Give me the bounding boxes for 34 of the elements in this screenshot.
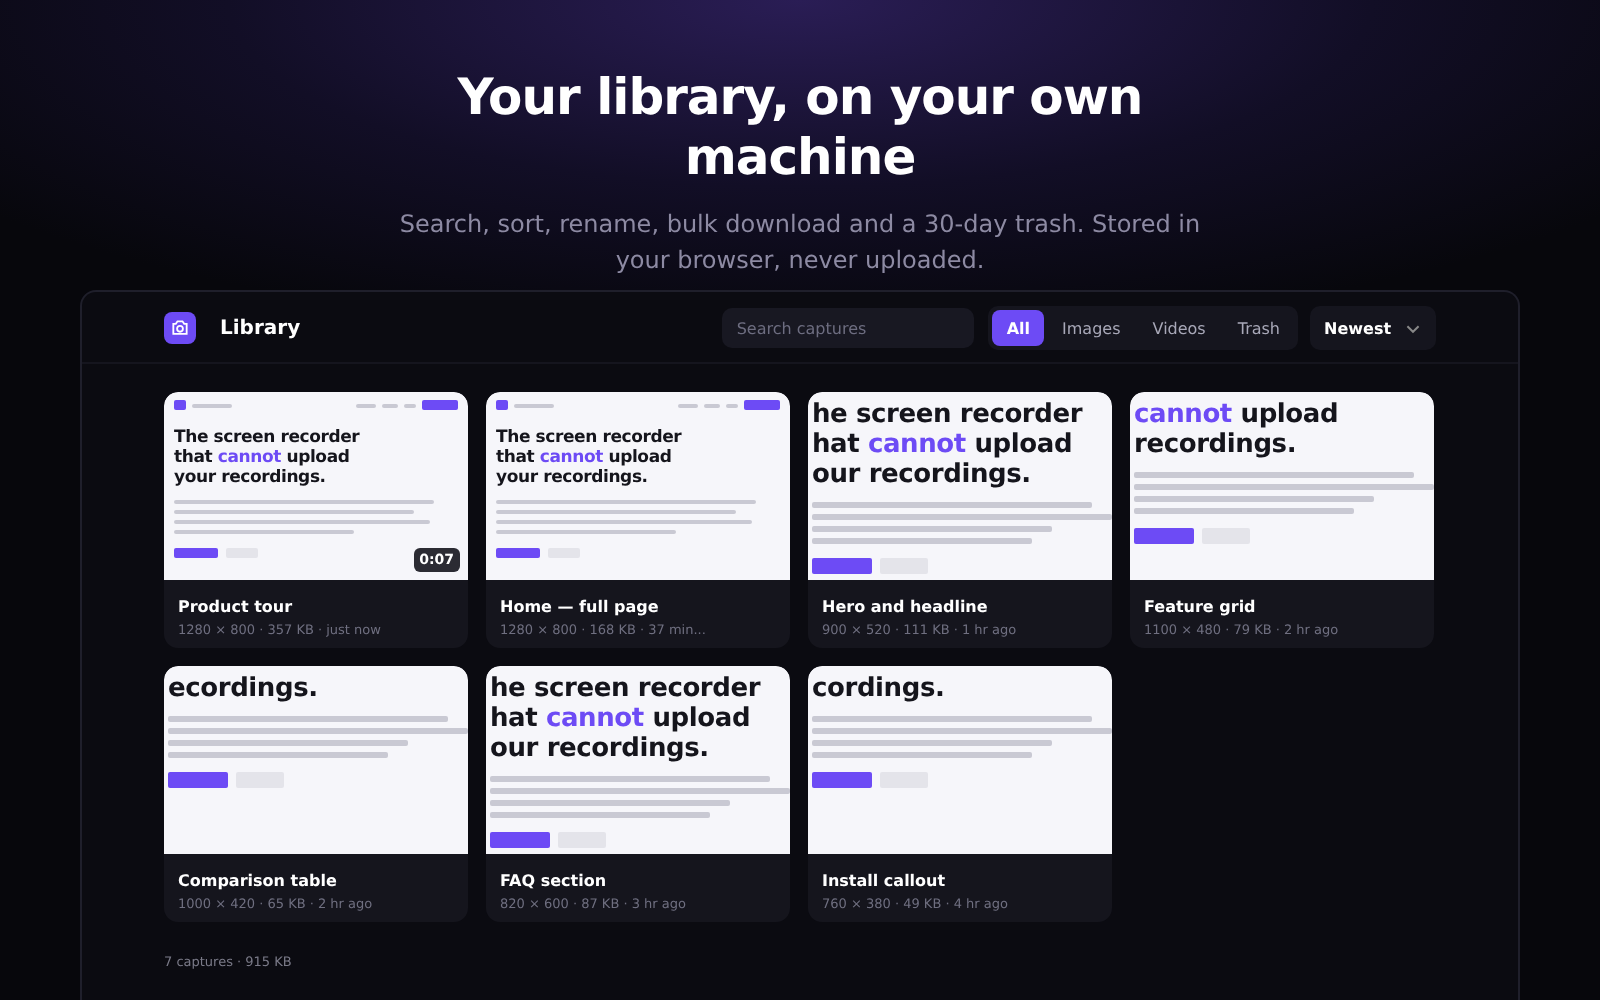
thumbnail-headline: that cannot upload	[496, 448, 674, 468]
thumbnail-headline: recordings.	[1134, 430, 1299, 460]
thumbnail-headline: hat cannot upload	[490, 704, 753, 734]
capture-name: FAQ section	[500, 872, 609, 890]
thumbnail-headline: hat cannot upload	[812, 430, 1075, 460]
search-field[interactable]: Search captures	[722, 308, 975, 348]
thumbnail-headline: your recordings.	[174, 468, 328, 488]
thumbnail-headline: ecordings.	[168, 674, 320, 704]
capture-name: Install callout	[822, 872, 948, 890]
chevron-down-icon	[1406, 323, 1420, 333]
sort-select[interactable]: Newest	[1310, 306, 1436, 350]
page-subtitle: Search, sort, rename, bulk download and a 30-day trash. Stored in your browser, never uploaded.	[397, 208, 1203, 278]
panel-title: Library	[220, 317, 303, 339]
thumbnail-headline: cordings.	[812, 674, 947, 704]
thumbnail-headline: that cannot upload	[174, 448, 352, 468]
thumbnail-headline: our recordings.	[490, 734, 711, 764]
thumbnail-headline: our recordings.	[812, 460, 1033, 490]
thumbnail-headline: cannot upload	[1134, 400, 1341, 430]
thumbnail-headline: your recordings.	[496, 468, 650, 488]
capture-name: Comparison table	[178, 872, 339, 890]
capture-name: Feature grid	[1144, 598, 1258, 616]
capture-name: Home — full page	[500, 598, 661, 616]
thumbnail-headline: The screen recorder	[174, 428, 362, 448]
thumbnail-headline: he screen recorder	[490, 674, 763, 704]
thumbnail-headline: he screen recorder	[812, 400, 1085, 430]
filter-tab[interactable]: Trash	[1223, 310, 1294, 346]
camera-icon	[164, 312, 196, 344]
filter-tab[interactable]: All	[992, 310, 1045, 346]
filter-tab[interactable]: Videos	[1138, 310, 1220, 346]
filter-tab[interactable]: Images	[1048, 310, 1135, 346]
capture-name: Product tour	[178, 598, 295, 616]
page-title: Your library, on your own machine	[455, 68, 1145, 188]
capture-name: Hero and headline	[822, 598, 990, 616]
thumbnail-headline: The screen recorder	[496, 428, 684, 448]
